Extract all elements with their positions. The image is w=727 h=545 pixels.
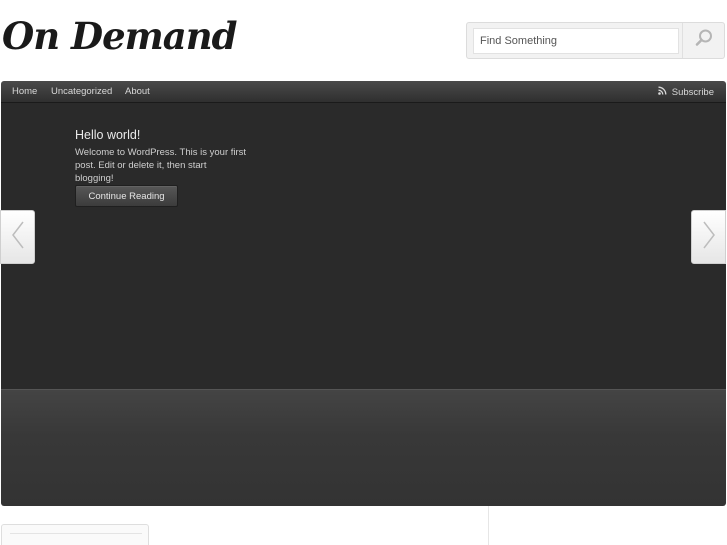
slider-thumbnail-strip xyxy=(1,389,726,506)
search-button[interactable] xyxy=(682,23,725,58)
search-icon xyxy=(694,28,714,53)
column-divider xyxy=(488,506,489,545)
chevron-right-icon xyxy=(702,220,716,255)
site-logo[interactable]: On Demand xyxy=(2,14,238,58)
page: On Demand Home Uncategorized About xyxy=(0,0,727,545)
search-box xyxy=(466,22,725,59)
nav-item-about[interactable]: About xyxy=(125,86,150,97)
main-nav: Home Uncategorized About Subscribe xyxy=(1,81,726,103)
search-input[interactable] xyxy=(473,28,679,54)
featured-slider: Hello world! Welcome to WordPress. This … xyxy=(1,103,726,389)
slider-next-button[interactable] xyxy=(691,210,726,264)
subscribe-label: Subscribe xyxy=(671,86,714,98)
content-box xyxy=(1,524,149,545)
post-title[interactable]: Hello world! xyxy=(75,128,140,142)
rss-icon xyxy=(657,86,667,98)
post-excerpt: Welcome to WordPress. This is your first… xyxy=(75,147,247,184)
chevron-left-icon xyxy=(11,220,25,255)
nav-item-uncategorized[interactable]: Uncategorized xyxy=(51,86,112,97)
subscribe-link[interactable]: Subscribe xyxy=(657,86,714,98)
slider-prev-button[interactable] xyxy=(0,210,35,264)
continue-reading-button[interactable]: Continue Reading xyxy=(75,185,178,207)
nav-item-home[interactable]: Home xyxy=(12,86,37,97)
content-box-divider xyxy=(10,533,142,545)
